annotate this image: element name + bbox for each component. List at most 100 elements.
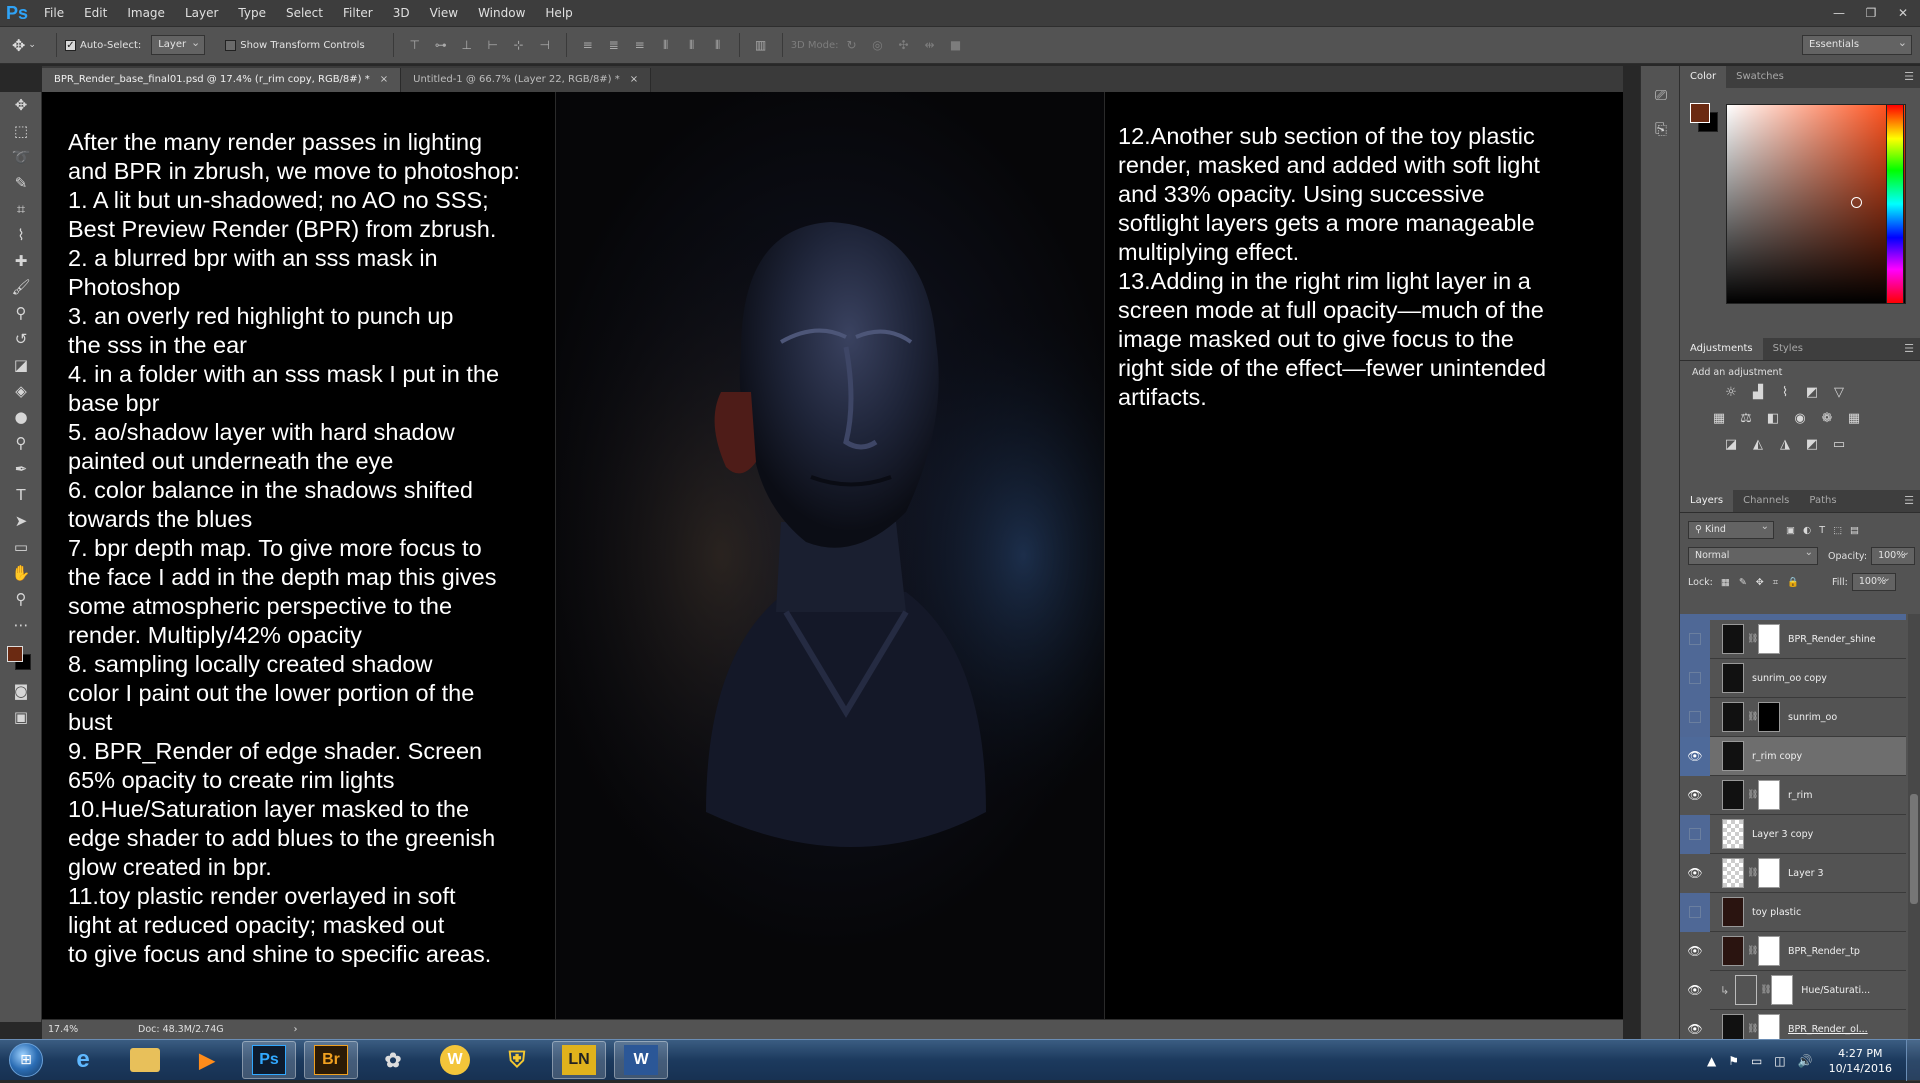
gradient-map-icon[interactable]: ▭ (1830, 437, 1848, 453)
move-tool-icon[interactable]: ✥ (0, 92, 42, 118)
history-brush-tool-icon[interactable]: ↺ (0, 326, 42, 352)
foreground-color-swatch[interactable] (7, 646, 23, 662)
align-left-icon[interactable]: ⊢ (486, 38, 500, 52)
eyedropper-tool-icon[interactable]: ⌇ (0, 222, 42, 248)
menu-edit[interactable]: Edit (74, 0, 117, 26)
invert-icon[interactable]: ◪ (1722, 437, 1740, 453)
menu-layer[interactable]: Layer (175, 0, 228, 26)
visibility-toggle[interactable] (1680, 892, 1710, 932)
minimize-button[interactable]: — (1830, 6, 1848, 20)
brightness-icon[interactable]: ☼ (1722, 385, 1740, 401)
tab-channels[interactable]: Channels (1733, 490, 1799, 512)
zoom-tool-icon[interactable]: ⚲ (0, 586, 42, 612)
vibrance-icon[interactable]: ▽ (1830, 385, 1848, 401)
auto-select-target-dropdown[interactable]: Layer (151, 34, 206, 55)
history-panel-icon[interactable]: ⎚ (1641, 78, 1681, 112)
align-right-icon[interactable]: ⊣ (538, 38, 552, 52)
more-tools-icon[interactable]: ⋯ (0, 612, 42, 638)
layer-filter-icons[interactable]: ▣◐T⬚▤ (1786, 525, 1867, 536)
tab-paths[interactable]: Paths (1799, 490, 1846, 512)
foreground-color-swatch[interactable] (1690, 103, 1710, 123)
type-tool-icon[interactable]: T (0, 482, 42, 508)
taskbar-security[interactable]: ⛨ (490, 1041, 544, 1079)
display-icon[interactable]: ▭ (1751, 1054, 1762, 1068)
align-top-icon[interactable]: ⊤ (408, 38, 422, 52)
auto-select-checkbox[interactable] (65, 39, 76, 51)
layer-row[interactable]: 👁 ⛓ r_rim (1680, 775, 1906, 815)
taskbar-paint[interactable]: ✿ (366, 1041, 420, 1079)
hand-tool-icon[interactable]: ✋ (0, 560, 42, 586)
visibility-toggle[interactable]: 👁 (1680, 931, 1710, 971)
restore-button[interactable]: ❐ (1862, 6, 1880, 20)
hue-saturation-icon[interactable]: ▦ (1710, 411, 1728, 427)
menu-type[interactable]: Type (228, 0, 276, 26)
curves-icon[interactable]: ⌇ (1776, 385, 1794, 401)
visibility-toggle[interactable]: 👁 (1680, 853, 1710, 893)
layers-scrollbar[interactable] (1908, 614, 1920, 1056)
healing-brush-tool-icon[interactable]: ✚ (0, 248, 42, 274)
brush-tool-icon[interactable]: 🖌 (0, 274, 42, 300)
align-bottom-icon[interactable]: ⊥ (460, 38, 474, 52)
auto-align-icon[interactable]: ▥ (754, 38, 768, 52)
taskbar-bridge[interactable]: Br (304, 1041, 358, 1079)
screen-mode-icon[interactable]: ▣ (0, 704, 42, 730)
tab-styles[interactable]: Styles (1763, 338, 1813, 360)
status-menu-arrow[interactable]: › (294, 1024, 298, 1035)
marquee-tool-icon[interactable]: ⬚ (0, 118, 42, 144)
3d-orbit-icon[interactable]: ↻ (845, 38, 859, 52)
tab-swatches[interactable]: Swatches (1726, 66, 1794, 88)
layer-row-selected[interactable]: 👁 r_rim copy (1680, 736, 1906, 776)
visibility-toggle[interactable]: 👁 (1680, 970, 1710, 1010)
menu-filter[interactable]: Filter (333, 0, 383, 26)
align-vcenter-icon[interactable]: ⊶ (434, 38, 448, 52)
channel-mixer-icon[interactable]: ❁ (1818, 411, 1836, 427)
quick-mask-icon[interactable]: ◙ (0, 678, 42, 704)
pen-tool-icon[interactable]: ✒ (0, 456, 42, 482)
layer-row[interactable]: 👁 ⛓ Layer 3 (1680, 853, 1906, 893)
close-button[interactable]: ✕ (1894, 6, 1912, 20)
3d-pan-icon[interactable]: ✣ (897, 38, 911, 52)
volume-icon[interactable]: 🔊 (1798, 1054, 1813, 1068)
zoom-level[interactable]: 17.4% (48, 1024, 118, 1035)
show-desktop-button[interactable] (1906, 1040, 1920, 1081)
workspace-dropdown[interactable]: Essentials (1802, 34, 1912, 55)
visibility-toggle[interactable] (1680, 814, 1710, 854)
paint-bucket-tool-icon[interactable]: ◈ (0, 378, 42, 404)
menu-help[interactable]: Help (535, 0, 582, 26)
taskbar-word[interactable]: W (614, 1041, 668, 1079)
layer-mask-thumbnail[interactable] (1758, 702, 1780, 732)
show-transform-checkbox[interactable] (225, 39, 237, 51)
3d-roll-icon[interactable]: ◎ (871, 38, 885, 52)
document-image[interactable] (555, 92, 1105, 1019)
layer-row[interactable]: toy plastic (1680, 892, 1906, 932)
blend-mode-dropdown[interactable]: Normal (1688, 545, 1818, 565)
taskbar-explorer[interactable] (118, 1041, 172, 1079)
panel-menu-icon[interactable]: ☰ (1904, 342, 1914, 355)
tab-close-icon[interactable]: × (630, 74, 638, 85)
layer-mask-thumbnail[interactable] (1758, 624, 1780, 654)
layer-row[interactable]: 👁 ⛓ BPR_Render_tp (1680, 931, 1906, 971)
3d-scale-icon[interactable]: ■ (949, 38, 963, 52)
taskbar-ln[interactable]: LN (552, 1041, 606, 1079)
rectangle-tool-icon[interactable]: ▭ (0, 534, 42, 560)
layer-mask-thumbnail[interactable] (1758, 780, 1780, 810)
black-white-icon[interactable]: ◧ (1764, 411, 1782, 427)
visibility-toggle[interactable] (1680, 619, 1710, 659)
tab-adjustments[interactable]: Adjustments (1680, 338, 1763, 360)
blur-tool-icon[interactable]: ● (0, 404, 42, 430)
color-lookup-icon[interactable]: ▦ (1845, 411, 1863, 427)
color-field[interactable] (1726, 104, 1906, 304)
tab-close-icon[interactable]: × (380, 74, 388, 85)
layer-mask-thumbnail[interactable] (1758, 936, 1780, 966)
fill-field[interactable]: 100% (1851, 571, 1896, 591)
opacity-field[interactable]: 100% (1871, 545, 1916, 565)
color-balance-icon[interactable]: ⚖ (1737, 411, 1755, 427)
properties-panel-icon[interactable]: ⎘ (1641, 112, 1681, 146)
color-picker-handle[interactable] (1851, 197, 1862, 208)
menu-file[interactable]: File (34, 0, 74, 26)
taskbar-ie[interactable]: e (56, 1041, 110, 1079)
action-center-icon[interactable]: ⚑ (1728, 1054, 1739, 1068)
visibility-toggle[interactable]: 👁 (1680, 736, 1710, 776)
layer-mask-thumbnail[interactable] (1758, 858, 1780, 888)
show-hidden-icons-icon[interactable]: ▲ (1707, 1054, 1716, 1068)
